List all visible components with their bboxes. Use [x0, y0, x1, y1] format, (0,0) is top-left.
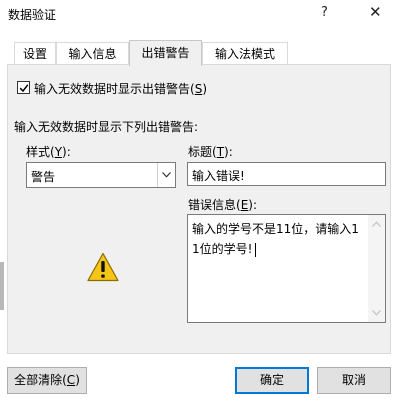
dropdown-arrow-button[interactable] [157, 163, 175, 187]
scroll-up-arrow-icon[interactable] [372, 221, 381, 227]
show-error-checkbox[interactable] [17, 81, 30, 94]
ok-button[interactable]: 确定 [235, 367, 309, 394]
error-message-text: 输入的学号不是11位，请输入11位的学号! [192, 222, 359, 257]
tab-error-alert[interactable]: 出错警告 [129, 40, 202, 66]
clear-all-button[interactable]: 全部清除(C) [7, 367, 87, 394]
dialog-title: 数据验证 [8, 8, 57, 22]
section-label: 输入无效数据时显示下列出错警告: [14, 120, 199, 134]
style-label: 样式(Y): [26, 145, 71, 159]
window-edge-marker [0, 262, 4, 310]
scroll-down-arrow-icon[interactable] [372, 310, 381, 316]
vertical-scrollbar[interactable] [368, 215, 385, 322]
error-message-textarea[interactable]: 输入的学号不是11位，请输入11位的学号! [187, 214, 386, 323]
check-mark-icon [19, 84, 29, 93]
title-input-value: 输入错误! [192, 169, 245, 183]
close-icon[interactable]: ✕ [369, 3, 382, 21]
cancel-button[interactable]: 取消 [317, 367, 391, 394]
warning-triangle-icon [87, 252, 119, 282]
title-bar: 数据验证 ? ✕ [0, 0, 399, 30]
title-input[interactable]: 输入错误! [187, 162, 386, 186]
error-message-label: 错误信息(E): [188, 198, 258, 212]
tab-ime-mode[interactable]: 输入法模式 [202, 42, 288, 64]
help-icon[interactable]: ? [321, 5, 328, 20]
style-dropdown-value: 警告 [31, 170, 56, 184]
title-label: 标题(T): [188, 145, 233, 159]
text-caret [255, 242, 257, 257]
tab-input-message[interactable]: 输入信息 [56, 42, 129, 64]
tab-settings[interactable]: 设置 [14, 42, 56, 64]
style-dropdown[interactable]: 警告 [26, 162, 176, 188]
show-error-checkbox-label[interactable]: 输入无效数据时显示出错警告(S) [34, 80, 207, 97]
chevron-down-icon [162, 172, 171, 178]
